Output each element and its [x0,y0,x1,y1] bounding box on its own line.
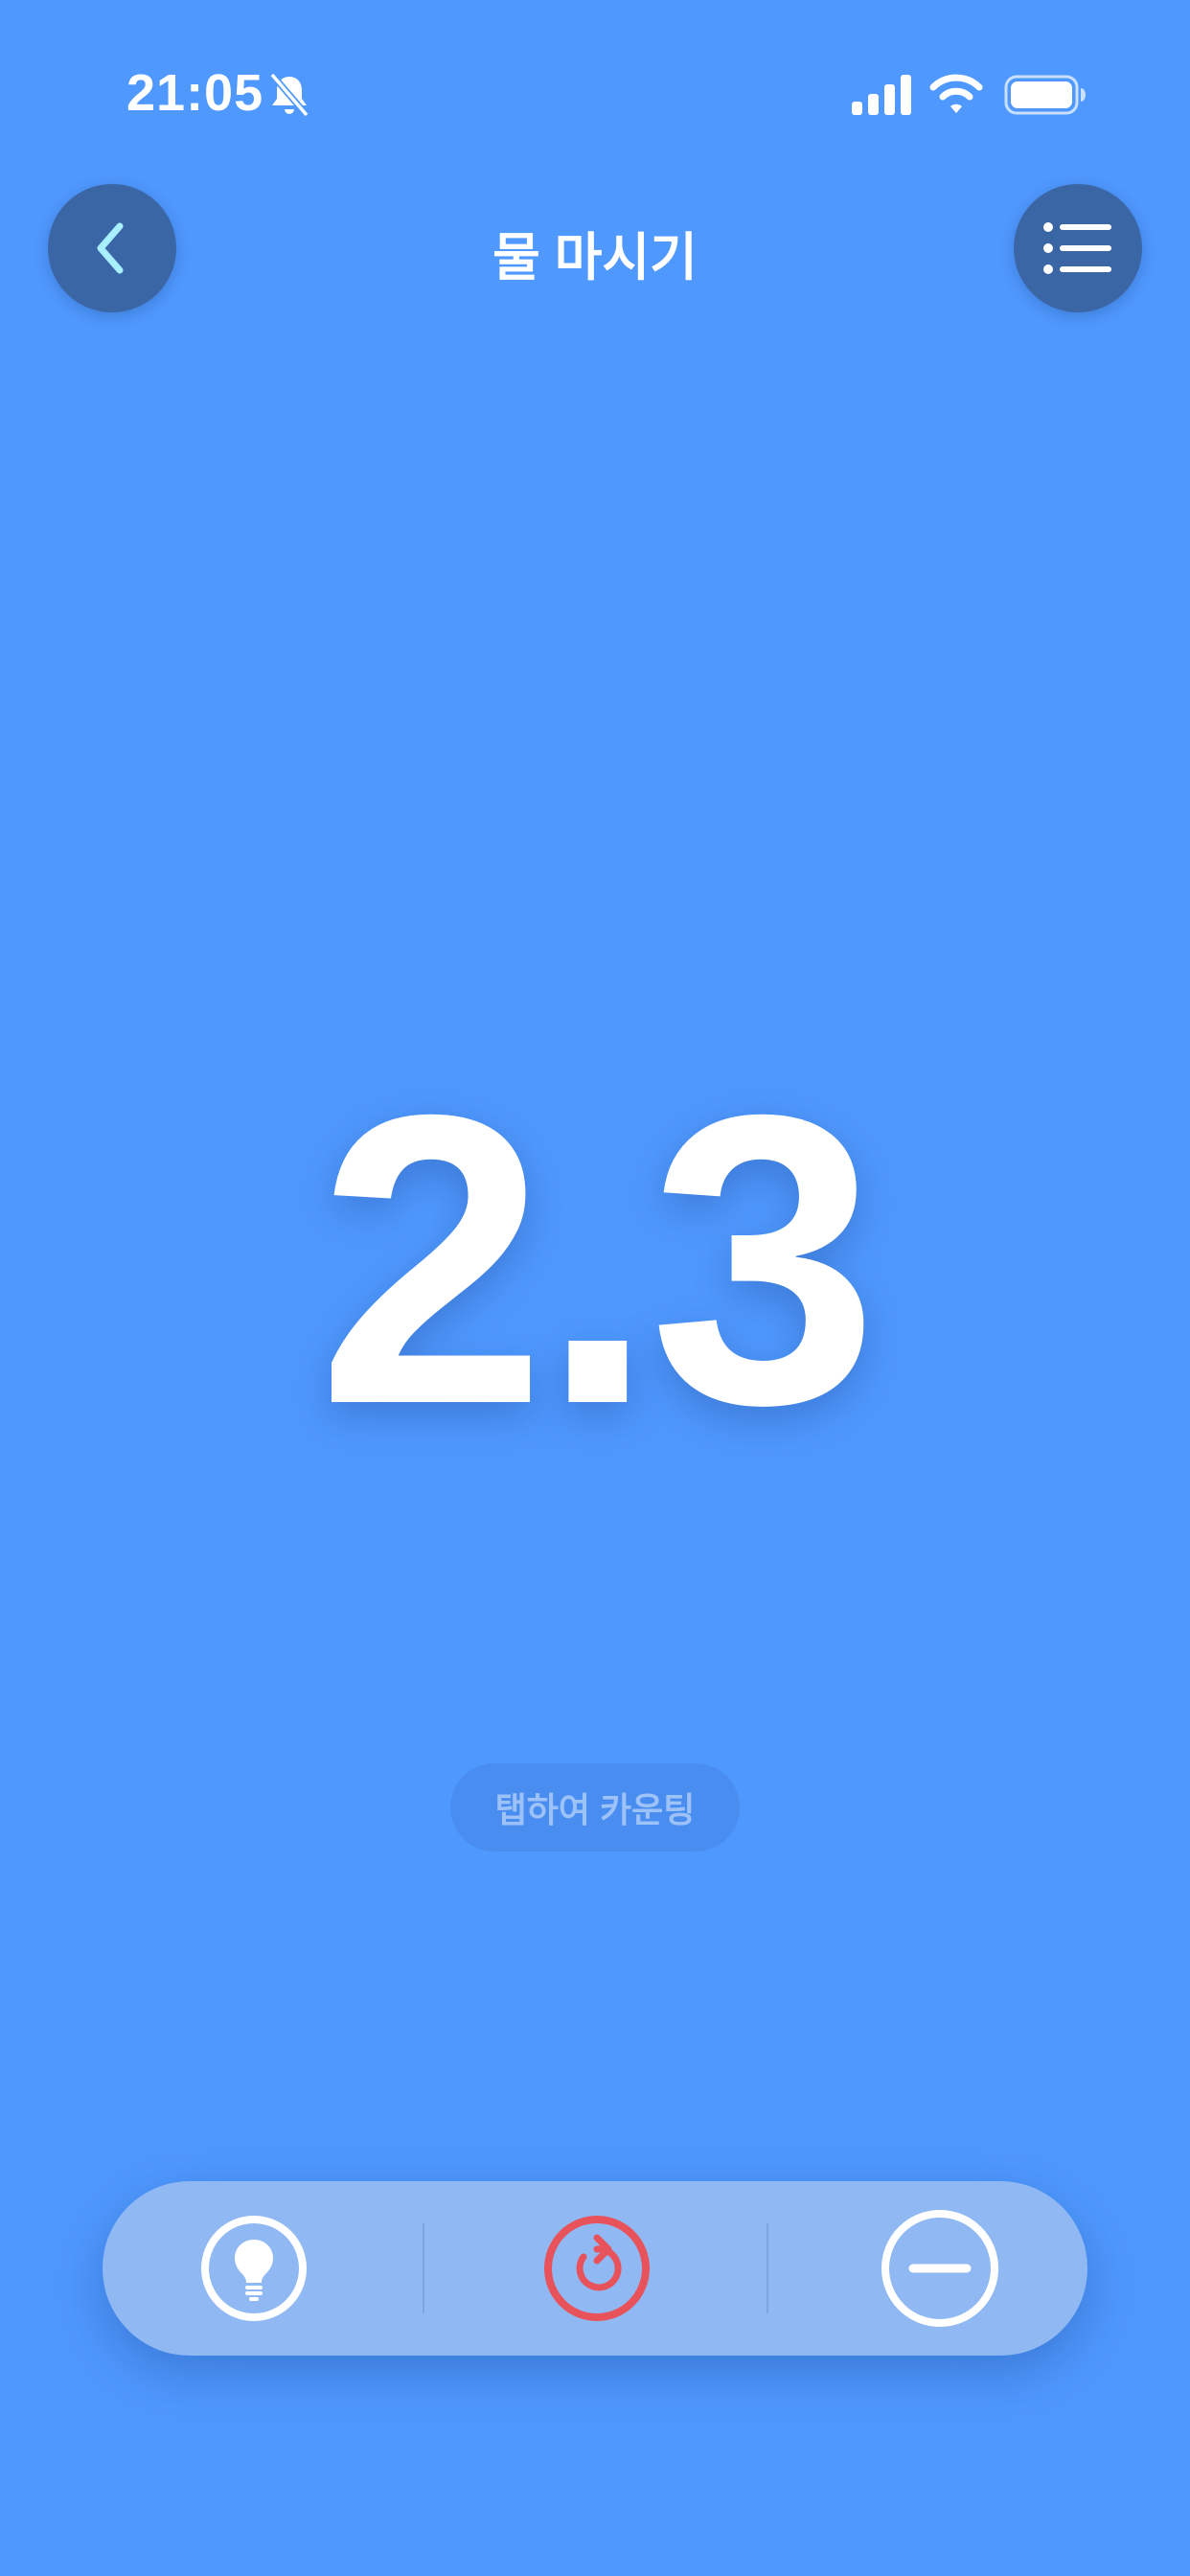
battery-icon [1004,75,1086,115]
list-icon [1043,222,1111,274]
wifi-icon [929,74,983,113]
reset-icon [544,2216,650,2321]
cellular-signal-icon [852,75,911,115]
toolbar-divider [767,2223,768,2313]
bell-slash-icon [269,72,309,118]
reset-button[interactable] [543,2215,651,2322]
tap-hint: 탭하여 카운팅 [450,1763,740,1852]
status-bar: 21:05 [0,0,1190,192]
toolbar-divider [423,2223,424,2313]
decrement-button[interactable] [881,2209,999,2328]
bottom-toolbar [103,2181,1087,2356]
minus-circle-icon [881,2210,998,2327]
tip-button[interactable] [200,2215,308,2322]
menu-button[interactable] [1014,184,1142,312]
counter-value: 2.3 [317,1030,879,1490]
page-title: 물 마시기 [492,229,698,287]
status-time: 21:05 [126,64,264,122]
lightbulb-icon [201,2216,307,2321]
